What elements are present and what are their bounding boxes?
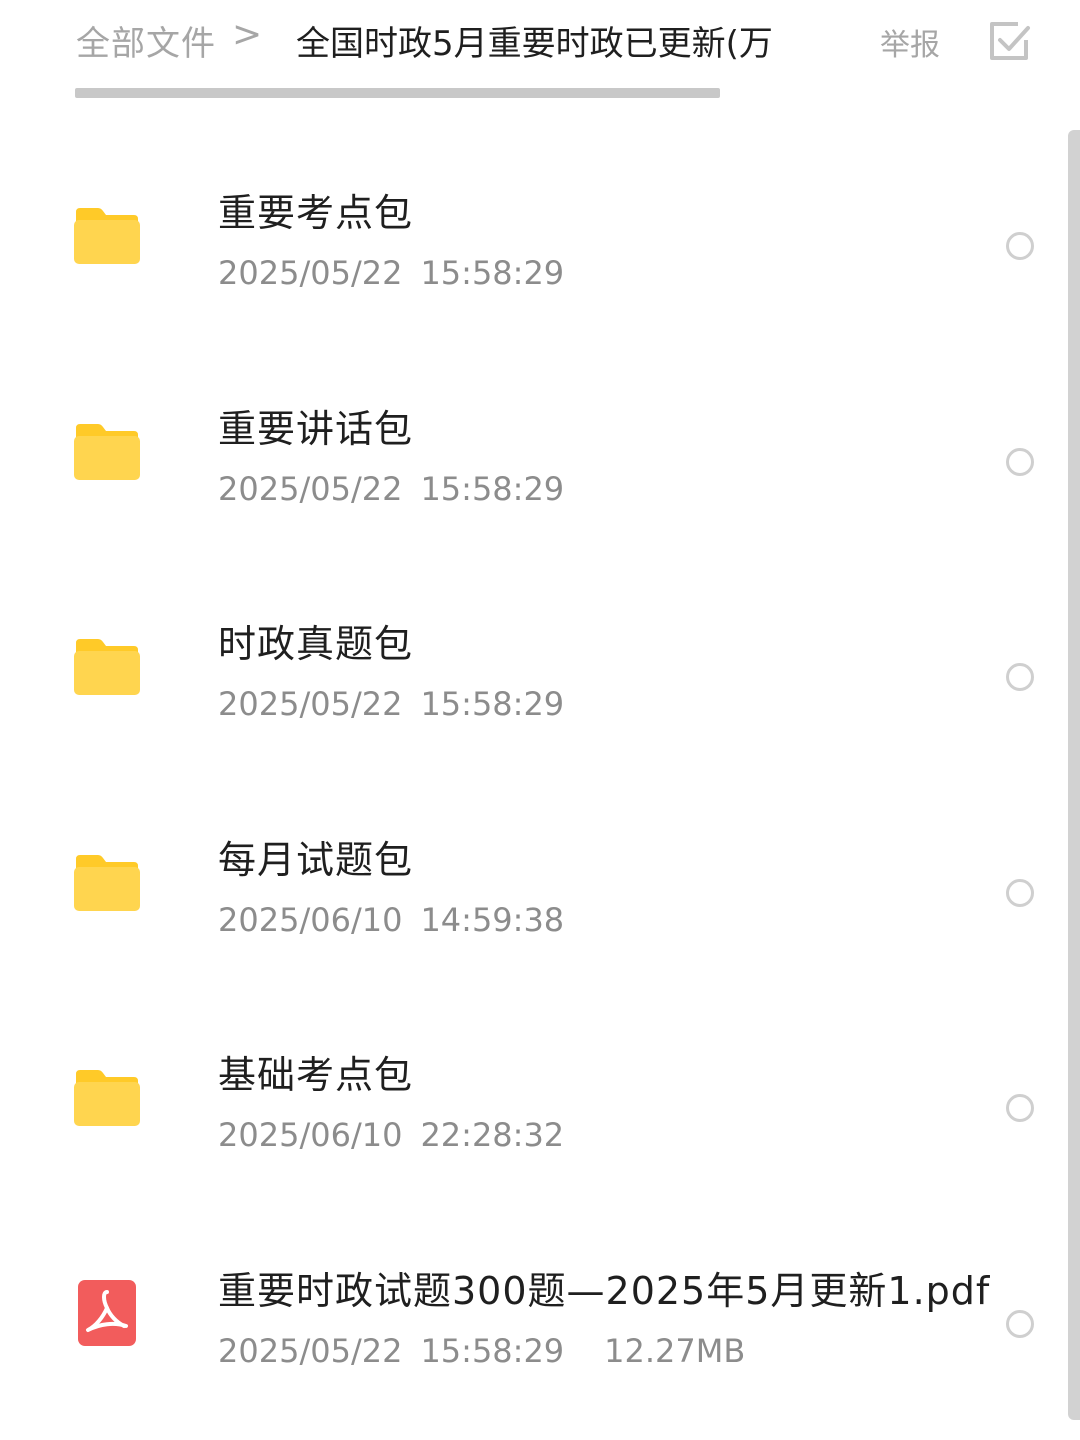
file-meta: 2025/05/22 15:58:29 12.27MB — [218, 1332, 745, 1370]
select-radio[interactable] — [1006, 232, 1034, 260]
breadcrumb-separator: > — [232, 14, 263, 55]
file-meta: 2025/06/10 22:28:32 — [218, 1116, 564, 1154]
file-date: 2025/06/10 — [218, 900, 403, 939]
pdf-icon — [72, 1278, 142, 1348]
file-date: 2025/05/22 — [218, 685, 403, 723]
select-radio[interactable] — [1006, 1309, 1034, 1338]
folder-icon — [72, 206, 142, 266]
file-time: 15:58:29 — [420, 685, 565, 723]
select-radio[interactable] — [1006, 663, 1034, 691]
file-list-item[interactable]: 时政真题包 2025/05/22 15:58:29 — [0, 561, 1068, 777]
file-name: 重要时政试题300题—2025年5月更新1.pdf — [218, 1268, 991, 1313]
file-list-item[interactable]: 基础考点包 2025/06/10 22:28:32 — [0, 992, 1068, 1208]
file-date: 2025/05/22 — [218, 1331, 403, 1370]
file-meta: 2025/05/22 15:58:29 — [218, 254, 564, 292]
file-list-item[interactable]: 重要时政试题300题—2025年5月更新1.pdf 2025/05/22 15:58… — [0, 1208, 1068, 1424]
file-date: 2025/05/22 — [218, 254, 403, 292]
file-list-item[interactable]: 重要讲话包 2025/05/22 15:58:29 — [0, 346, 1068, 562]
file-meta: 2025/06/10 14:59:38 — [218, 901, 564, 939]
file-meta: 2025/05/22 15:58:29 — [218, 470, 564, 508]
file-time: 15:58:29 — [420, 469, 565, 508]
file-name: 重要考点包 — [218, 191, 414, 235]
folder-icon — [72, 1068, 142, 1128]
header-bar: 全部文件 > 全国时政5月重要时政已更新(万 举报 — [0, 0, 1080, 110]
file-time: 14:59:38 — [420, 900, 565, 939]
file-name: 每月试题包 — [218, 837, 414, 882]
file-list-item[interactable]: 每月试题包 2025/06/10 14:59:38 — [0, 777, 1068, 993]
folder-icon — [72, 853, 142, 913]
file-name: 基础考点包 — [218, 1053, 414, 1097]
file-meta: 2025/05/22 15:58:29 — [218, 685, 564, 723]
file-date: 2025/05/22 — [218, 469, 403, 508]
file-time: 15:58:29 — [420, 1331, 565, 1370]
select-radio[interactable] — [1006, 1094, 1034, 1122]
breadcrumb-scroll-track — [75, 88, 720, 98]
file-size: 12.27MB — [604, 1331, 746, 1370]
file-name: 时政真题包 — [218, 622, 414, 666]
file-list-item[interactable]: 重要考点包 2025/05/22 15:58:29 — [0, 130, 1068, 346]
breadcrumb-current-folder: 全国时政5月重要时政已更新(万 — [296, 24, 773, 64]
select-radio[interactable] — [1006, 447, 1034, 476]
folder-icon — [72, 637, 142, 697]
folder-icon — [72, 422, 142, 482]
file-date: 2025/06/10 — [218, 1116, 403, 1154]
file-list: 重要考点包 2025/05/22 15:58:29 重要讲话包 2025/05/22 1… — [0, 130, 1068, 1423]
list-scrollbar[interactable] — [1068, 130, 1080, 1420]
select-radio[interactable] — [1006, 878, 1034, 907]
report-button[interactable]: 举报 — [880, 20, 940, 64]
breadcrumb-root[interactable]: 全部文件 — [76, 16, 216, 65]
checkbox-check-icon[interactable] — [986, 18, 1034, 66]
file-time: 22:28:32 — [420, 1116, 565, 1154]
file-time: 15:58:29 — [420, 254, 565, 292]
file-name: 重要讲话包 — [218, 406, 414, 451]
